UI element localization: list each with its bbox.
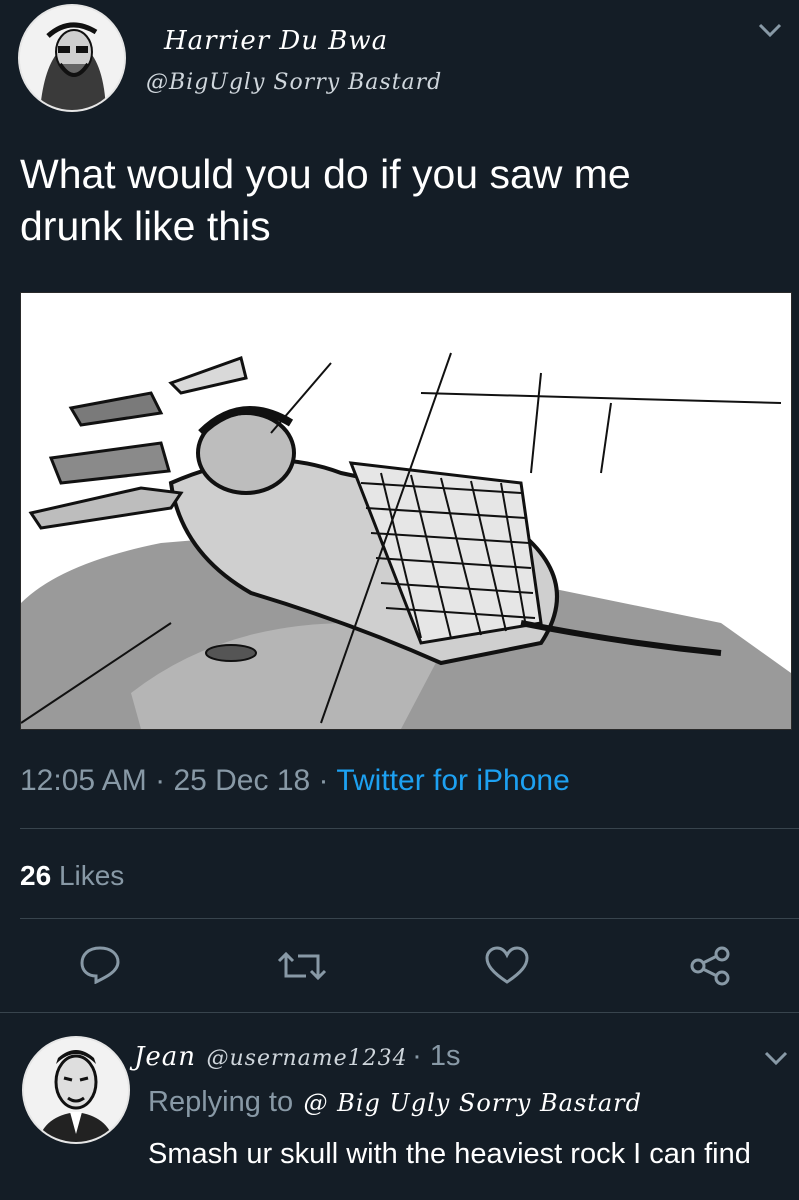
divider	[20, 828, 799, 829]
share-icon[interactable]	[688, 946, 732, 991]
likes-number: 26	[20, 860, 52, 891]
author-handle[interactable]: @BigUgly Sorry Bastard	[146, 70, 442, 95]
reply-time: 1s	[429, 1040, 461, 1072]
reply-header: Jean @username1234 · 1s	[134, 1040, 460, 1073]
likes-count[interactable]: 26 Likes	[20, 860, 124, 892]
tweet-meta: 12:05 AM · 25 Dec 18 · Twitter for iPhon…	[20, 764, 570, 798]
likes-label: Likes	[58, 860, 125, 891]
tweet-source-link[interactable]: Twitter for iPhone	[336, 764, 569, 797]
replying-to: Replying to @ Big Ugly Sorry Bastard	[148, 1086, 642, 1119]
reply-text: Smash ur skull with the heaviest rock I …	[148, 1138, 751, 1170]
tweet-time: 12:05 AM	[20, 764, 147, 797]
reply-author-handle[interactable]: @username1234	[207, 1046, 408, 1071]
tweet-text-line2: drunk like this	[20, 203, 271, 249]
chevron-down-icon[interactable]	[762, 1044, 790, 1075]
tweet-media[interactable]	[20, 292, 792, 730]
replying-prefix: Replying to	[148, 1086, 294, 1118]
tweet-text: What would you do if you saw me drunk li…	[20, 148, 631, 252]
reply-icon[interactable]	[78, 944, 122, 989]
reply-author-name[interactable]: Jean	[134, 1042, 196, 1072]
replying-handle-link[interactable]: @ Big Ugly Sorry Bastard	[304, 1089, 642, 1117]
tweet-text-line1: What would you do if you saw me	[20, 151, 631, 197]
author-avatar[interactable]	[18, 4, 126, 112]
divider	[20, 918, 799, 919]
avatar-portrait	[20, 6, 124, 110]
meta-separator: ·	[155, 764, 174, 797]
chevron-down-icon[interactable]	[756, 16, 784, 47]
divider	[0, 1012, 799, 1013]
reply-separator: ·	[412, 1040, 430, 1072]
heart-icon[interactable]	[484, 946, 530, 991]
meta-separator: ·	[318, 764, 337, 797]
author-name[interactable]: Harrier Du Bwa	[164, 26, 388, 56]
reply-avatar[interactable]	[22, 1036, 130, 1144]
reply-avatar-portrait	[24, 1038, 128, 1142]
tweet-date: 25 Dec 18	[173, 764, 311, 797]
drunk-illustration	[20, 293, 791, 729]
retweet-icon[interactable]	[276, 946, 328, 991]
